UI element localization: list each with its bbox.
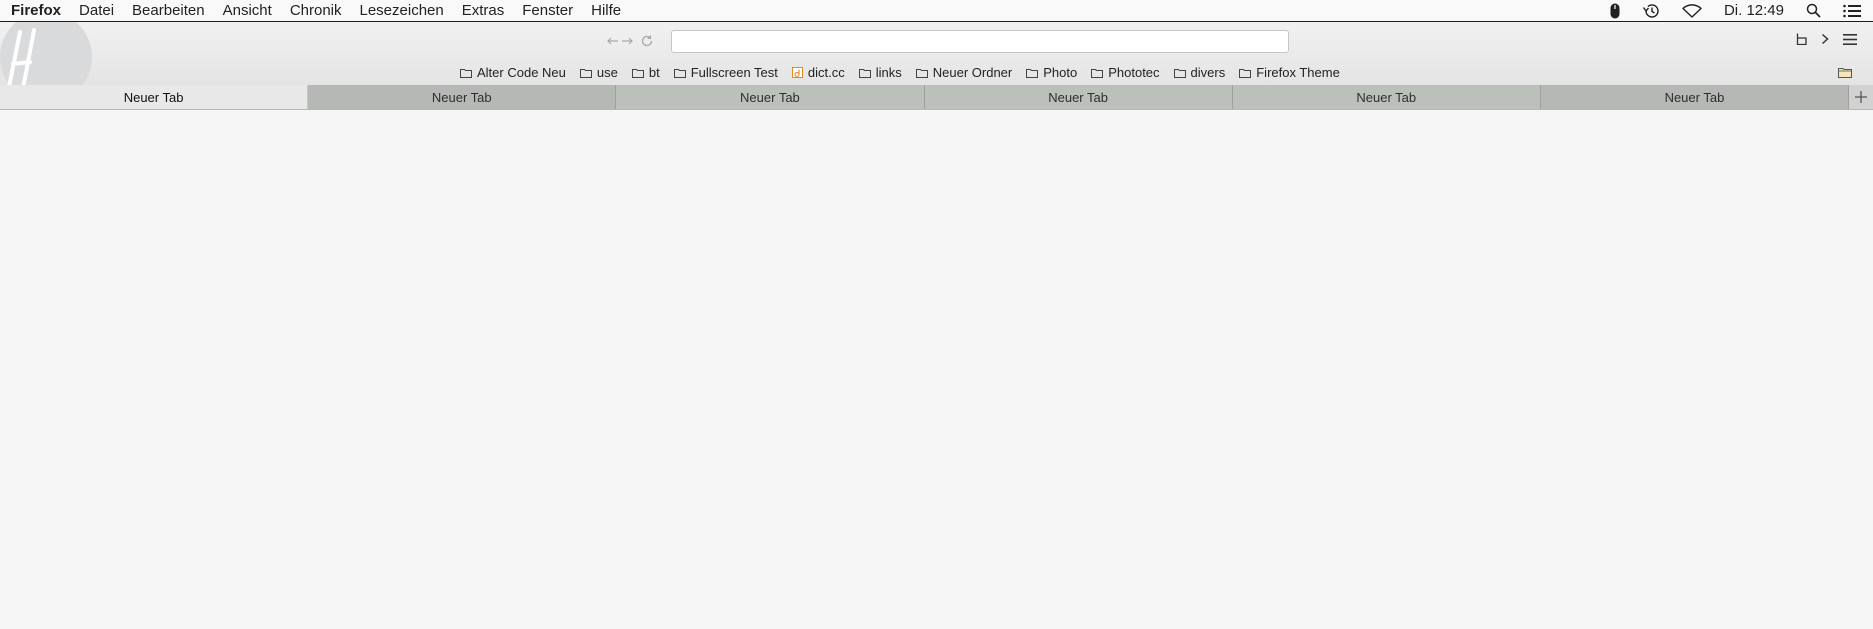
folder-icon xyxy=(673,68,686,78)
menu-bearbeiten[interactable]: Bearbeiten xyxy=(132,2,205,19)
toolbar-right-buttons xyxy=(1782,33,1857,45)
wifi-icon[interactable] xyxy=(1682,3,1702,18)
dictcc-favicon xyxy=(791,67,803,78)
menu-app-firefox[interactable]: Firefox xyxy=(11,2,61,19)
folder-icon xyxy=(1091,68,1104,78)
bookmark-label: Neuer Ordner xyxy=(932,65,1013,80)
menu-fenster[interactable]: Fenster xyxy=(522,2,573,19)
bookmark-label: links xyxy=(875,65,902,80)
menu-hilfe[interactable]: Hilfe xyxy=(591,2,621,19)
bookmark-label: use xyxy=(596,65,618,80)
bookmark-label: divers xyxy=(1190,65,1226,80)
page-content xyxy=(0,110,1873,629)
tab-strip: Neuer Tab Neuer Tab Neuer Tab Neuer Tab … xyxy=(0,85,1873,110)
menu-extras[interactable]: Extras xyxy=(462,2,505,19)
bookmark-label: Phototec xyxy=(1108,65,1160,80)
bookmark-bt[interactable]: bt xyxy=(631,65,660,80)
tab-5[interactable]: Neuer Tab xyxy=(1232,85,1541,109)
bookmark-firefox-theme[interactable]: Firefox Theme xyxy=(1239,65,1340,80)
bookmark-alter-code-neu[interactable]: Alter Code Neu xyxy=(460,65,566,80)
bookmark-label: Photo xyxy=(1043,65,1078,80)
bookmark-neuer-ordner[interactable]: Neuer Ordner xyxy=(915,65,1013,80)
folder-icon xyxy=(1173,68,1186,78)
folder-icon xyxy=(579,68,592,78)
bookmark-use[interactable]: use xyxy=(579,65,618,80)
navigation-buttons xyxy=(606,34,660,48)
folder-icon xyxy=(460,68,472,78)
back-forward-icon[interactable] xyxy=(606,35,634,47)
menu-chronik[interactable]: Chronik xyxy=(290,2,342,19)
spotlight-search-icon[interactable] xyxy=(1806,3,1821,18)
folder-icon xyxy=(915,68,928,78)
tab-6[interactable]: Neuer Tab xyxy=(1540,85,1850,109)
bookmark-photo[interactable]: Photo xyxy=(1026,65,1077,80)
tab-1[interactable]: Neuer Tab xyxy=(0,85,309,109)
new-tab-button[interactable] xyxy=(1849,85,1873,109)
bookmark-label: Fullscreen Test xyxy=(690,65,778,80)
browser-toolbar: Alter Code Neu use bt Fullscreen Test di… xyxy=(0,22,1873,103)
time-machine-icon[interactable] xyxy=(1642,3,1660,19)
plus-icon xyxy=(1855,91,1868,103)
tab-4[interactable]: Neuer Tab xyxy=(924,85,1233,109)
bookmark-divers[interactable]: divers xyxy=(1173,65,1226,80)
folder-icon xyxy=(1239,68,1252,78)
menu-lesezeichen[interactable]: Lesezeichen xyxy=(360,2,444,19)
overflow-chevron-icon[interactable] xyxy=(1821,33,1829,45)
mouse-icon[interactable] xyxy=(1610,3,1620,19)
bookmarks-toolbar: Alter Code Neu use bt Fullscreen Test di… xyxy=(460,63,1354,82)
tab-3[interactable]: Neuer Tab xyxy=(616,85,925,109)
bookmark-label: bt xyxy=(648,65,660,80)
bookmark-label: Alter Code Neu xyxy=(477,65,566,80)
folder-icon xyxy=(858,68,871,78)
folder-icon xyxy=(1026,68,1039,78)
url-input[interactable] xyxy=(671,30,1289,53)
reload-icon[interactable] xyxy=(640,34,654,48)
hamburger-menu-icon[interactable] xyxy=(1843,33,1857,45)
notification-center-icon[interactable] xyxy=(1843,4,1861,18)
bookmark-label: Firefox Theme xyxy=(1256,65,1340,80)
menu-datei[interactable]: Datei xyxy=(79,2,114,19)
bookmark-links[interactable]: links xyxy=(858,65,902,80)
bookmark-label: dict.cc xyxy=(807,65,845,80)
sidebar-icon[interactable] xyxy=(1796,33,1807,45)
bookmark-fullscreen-test[interactable]: Fullscreen Test xyxy=(673,65,778,80)
status-area: Di. 12:49 xyxy=(1588,2,1873,19)
bookmark-phototec[interactable]: Phototec xyxy=(1091,65,1160,80)
tab-2[interactable]: Neuer Tab xyxy=(308,85,617,109)
clock[interactable]: Di. 12:49 xyxy=(1724,2,1784,19)
menu-ansicht[interactable]: Ansicht xyxy=(223,2,272,19)
menu-list: Firefox Datei Bearbeiten Ansicht Chronik… xyxy=(0,2,639,19)
menu-bar: Firefox Datei Bearbeiten Ansicht Chronik… xyxy=(0,0,1873,22)
bookmark-dict-cc[interactable]: dict.cc xyxy=(791,65,845,80)
other-bookmarks-folder-icon[interactable] xyxy=(1838,65,1852,83)
folder-icon xyxy=(631,68,644,78)
